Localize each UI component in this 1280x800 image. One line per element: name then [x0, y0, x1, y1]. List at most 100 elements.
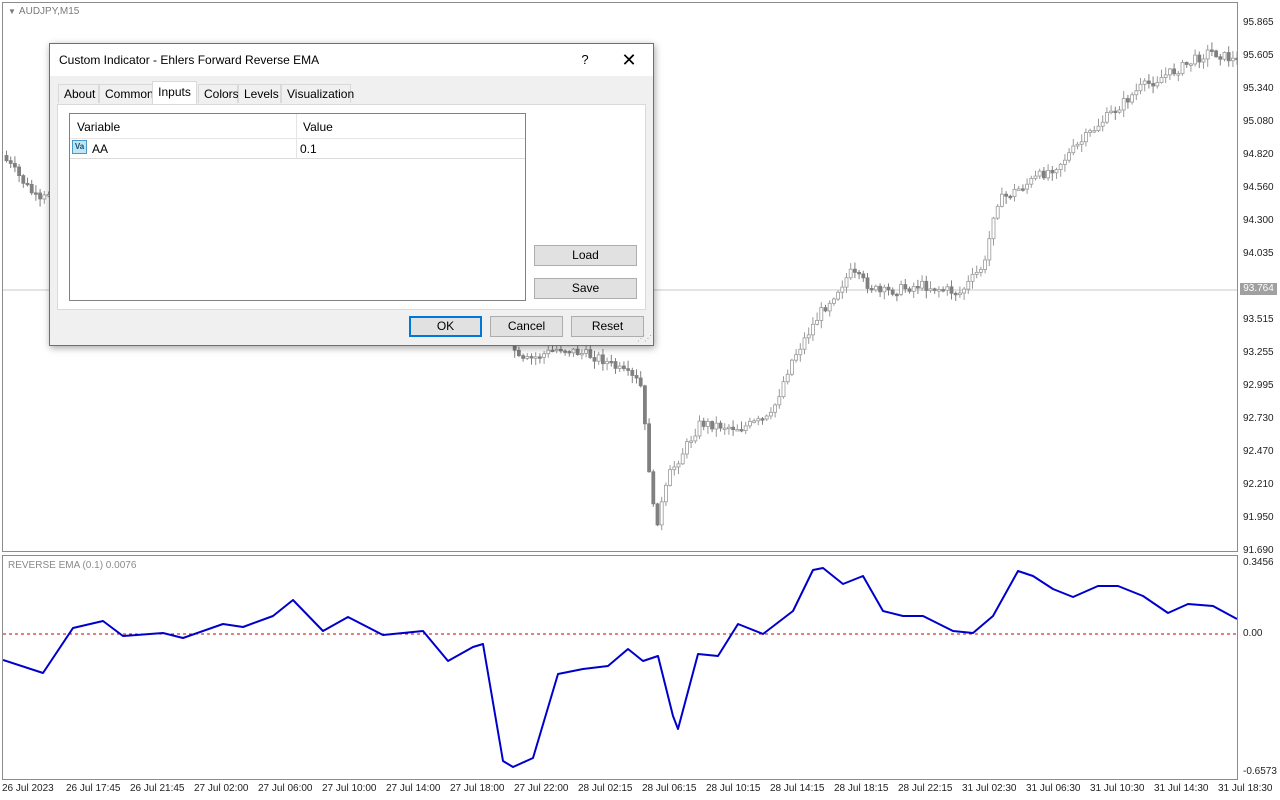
candle-body	[1147, 80, 1151, 84]
candle-body	[655, 503, 660, 526]
inputs-table[interactable]: Variable Value Va AA 0.1	[69, 113, 526, 301]
candle-body	[1100, 121, 1105, 127]
candle-body	[798, 348, 803, 356]
candle-body	[1084, 132, 1088, 143]
candle-body	[525, 356, 530, 359]
column-header-variable[interactable]: Variable	[77, 120, 120, 134]
candle-body	[1096, 125, 1101, 131]
price-scale[interactable]: 95.865 95.605 95.340 95.080 94.820 94.56…	[1238, 0, 1280, 556]
candle-body	[588, 349, 593, 358]
candle-body	[1075, 143, 1080, 147]
indicator-scale-label: 0.3456	[1243, 557, 1274, 568]
price-label: 92.470	[1243, 446, 1274, 457]
tab-inputs[interactable]: Inputs	[152, 81, 197, 104]
candle-body	[697, 420, 702, 437]
candle-body	[1042, 170, 1046, 179]
candle-body	[1037, 170, 1042, 177]
dialog-titlebar[interactable]: Custom Indicator - Ehlers Forward Revers…	[50, 44, 653, 76]
cancel-button[interactable]: Cancel	[490, 316, 563, 337]
candle-body	[533, 356, 538, 359]
indicator-panel[interactable]: REVERSE EMA (0.1) 0.0076	[2, 555, 1238, 780]
indicator-scale[interactable]: 0.3456 0.00 -0.6573	[1238, 555, 1280, 781]
candle-body	[970, 273, 975, 282]
reset-button[interactable]: Reset	[571, 316, 644, 337]
variable-value[interactable]: 0.1	[300, 142, 317, 156]
candle-body	[911, 286, 916, 292]
candle-body	[550, 349, 555, 352]
candle-body	[1210, 49, 1214, 52]
candle-body	[865, 277, 870, 289]
tab-colors[interactable]: Colors	[198, 84, 239, 103]
help-button[interactable]: ?	[570, 44, 600, 76]
candle-body	[832, 298, 836, 304]
ok-button[interactable]: OK	[409, 316, 482, 337]
save-button[interactable]: Save	[534, 278, 637, 299]
candle-body	[659, 501, 664, 526]
candle-body	[1155, 82, 1160, 87]
candle-body	[790, 359, 794, 375]
candle-body	[1092, 130, 1097, 133]
candle-body	[664, 484, 668, 503]
candle-body	[1176, 73, 1181, 76]
candle-body	[672, 466, 677, 471]
candle-body	[718, 422, 723, 429]
candle-body	[1046, 169, 1050, 179]
candle-body	[693, 435, 698, 442]
candle-body	[714, 422, 719, 430]
candle-body	[966, 280, 971, 290]
candle-body	[1151, 83, 1155, 87]
candle-body	[538, 356, 542, 359]
tab-visualization[interactable]: Visualization	[281, 84, 354, 103]
column-header-value[interactable]: Value	[303, 120, 333, 134]
candle-body	[1163, 74, 1168, 78]
candle-body	[1226, 52, 1231, 62]
candle-body	[995, 205, 1000, 219]
resize-grip-icon[interactable]: ⋰⋰	[637, 334, 652, 343]
table-row[interactable]: Va AA 0.1	[70, 138, 525, 159]
candle-body	[781, 381, 786, 398]
candle-body	[1172, 68, 1176, 75]
load-button[interactable]: Load	[534, 245, 637, 266]
symbol-title: ▼ AUDJPY,M15	[8, 6, 79, 17]
tab-common[interactable]: Common	[99, 84, 154, 103]
collapse-triangle-icon[interactable]: ▼	[8, 7, 16, 16]
candle-body	[819, 307, 824, 321]
candle-body	[991, 217, 996, 240]
candle-body	[979, 269, 983, 273]
price-label: 93.515	[1243, 314, 1274, 325]
time-label: 28 Jul 06:15	[642, 783, 697, 794]
price-label: 92.210	[1243, 479, 1274, 490]
candle-body	[1130, 94, 1134, 103]
time-label: 28 Jul 18:15	[834, 783, 889, 794]
variable-icon: Va	[72, 140, 87, 154]
tab-about[interactable]: About	[58, 84, 99, 103]
candle-body	[4, 155, 9, 162]
candle-body	[676, 463, 681, 468]
candle-body	[1193, 54, 1197, 65]
close-button[interactable]: ✕	[606, 44, 652, 76]
candle-body	[634, 375, 639, 379]
column-divider[interactable]	[296, 114, 297, 138]
candle-body	[861, 273, 866, 279]
tab-levels[interactable]: Levels	[238, 84, 281, 103]
candle-body	[932, 288, 937, 291]
custom-indicator-dialog: Custom Indicator - Ehlers Forward Revers…	[49, 43, 654, 346]
candle-body	[802, 337, 807, 350]
candle-body	[8, 160, 13, 164]
candle-body	[731, 426, 735, 431]
column-divider	[296, 138, 297, 158]
candle-body	[920, 280, 924, 289]
candle-body	[916, 286, 920, 289]
candle-body	[903, 284, 908, 290]
time-scale[interactable]: 26 Jul 2023 26 Jul 17:45 26 Jul 21:45 27…	[2, 781, 1273, 799]
candle-body	[559, 348, 563, 352]
candle-body	[1071, 145, 1076, 154]
candle-body	[1088, 130, 1092, 133]
candle-body	[874, 285, 878, 291]
candle-body	[827, 302, 832, 312]
price-label: 91.950	[1243, 512, 1274, 523]
candle-body	[1168, 68, 1172, 76]
candle-body	[17, 166, 22, 177]
time-label: 31 Jul 14:30	[1154, 783, 1209, 794]
candle-body	[1134, 90, 1139, 96]
